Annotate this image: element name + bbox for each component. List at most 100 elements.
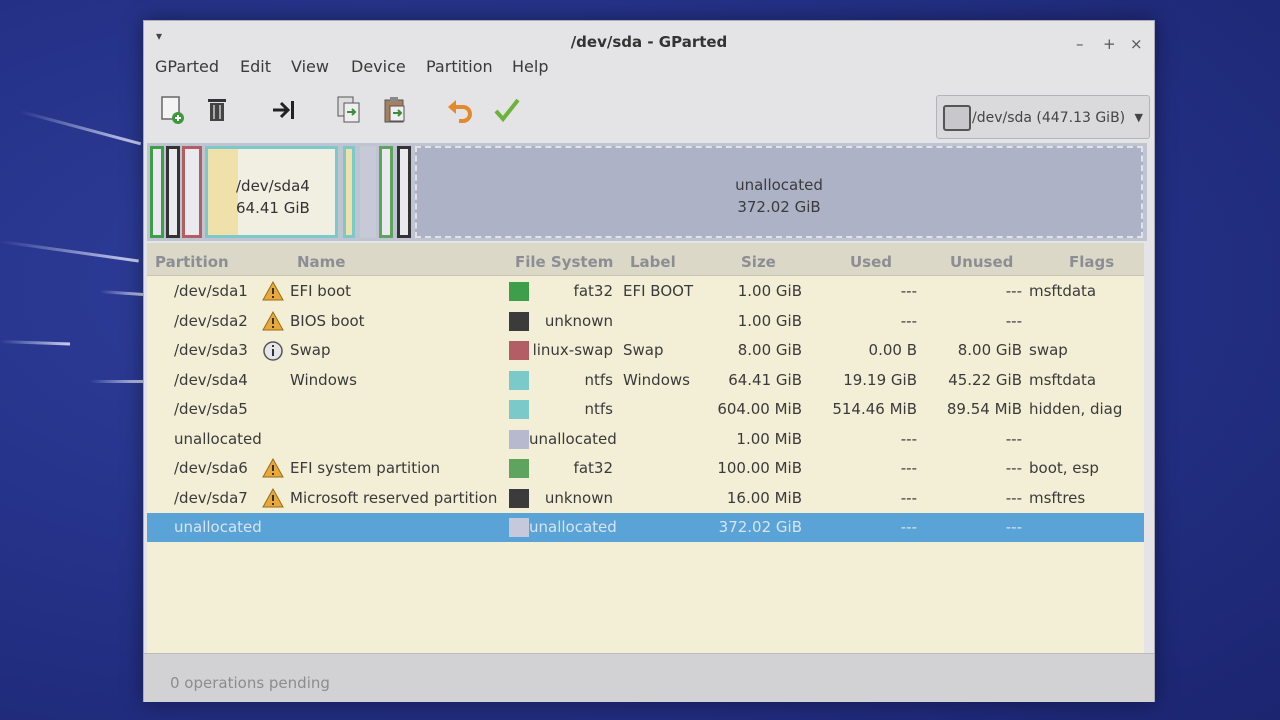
- unused-cell: ---: [1005, 282, 1022, 300]
- column-header-name[interactable]: Name: [297, 253, 345, 271]
- name-cell: EFI boot: [290, 282, 352, 300]
- used-cell: ---: [900, 282, 917, 300]
- filesystem-cell: ntfs: [584, 370, 613, 389]
- unused-cell: 45.22 GiB: [948, 370, 1022, 389]
- flags-cell: boot, esp: [1029, 459, 1099, 477]
- table-row[interactable]: /dev/sda3 Swap linux-swap Swap 8.00 GiB 0.00 …: [147, 336, 1144, 365]
- apply-icon[interactable]: [492, 95, 522, 125]
- disk-segment-sda4-name: /dev/sda4: [236, 177, 310, 195]
- name-cell: EFI system partition: [290, 459, 440, 477]
- used-cell: ---: [900, 459, 917, 477]
- table-row[interactable]: /dev/sda1 EFI boot fat32 EFI BOOT 1.00 GiB --…: [147, 277, 1144, 306]
- name-cell: BIOS boot: [290, 311, 365, 330]
- filesystem-color-swatch: [509, 282, 529, 301]
- size-cell: 372.02 GiB: [718, 518, 802, 536]
- name-cell: Microsoft reserved partition: [290, 488, 498, 507]
- background-streak: [99, 290, 145, 297]
- column-header-filesystem[interactable]: File System: [515, 253, 613, 271]
- flags-cell: msftdata: [1029, 282, 1097, 300]
- used-cell: 0.00 B: [868, 341, 917, 359]
- unused-cell: ---: [1005, 311, 1022, 330]
- table-row[interactable]: /dev/sda7 Microsoft reserved partition unk…: [147, 484, 1144, 513]
- resize-move-icon[interactable]: [269, 95, 299, 125]
- filesystem-color-swatch: [509, 341, 529, 360]
- status-text: 0 operations pending: [170, 674, 330, 692]
- hard-disk-icon: [943, 105, 971, 131]
- used-cell: ---: [900, 518, 917, 536]
- warning-icon: [262, 310, 284, 333]
- flags-cell: msftdata: [1029, 370, 1097, 389]
- disk-segment-unallocated-size: 372.02 GiB: [737, 198, 821, 216]
- column-header-partition[interactable]: Partition: [155, 253, 229, 271]
- menu-device[interactable]: Device: [351, 57, 406, 76]
- undo-icon[interactable]: [445, 95, 475, 125]
- filesystem-cell: unallocated: [529, 518, 617, 536]
- unused-cell: 8.00 GiB: [957, 341, 1022, 359]
- copy-icon[interactable]: [334, 95, 364, 125]
- partition-cell: /dev/sda5: [174, 400, 248, 418]
- menu-view[interactable]: View: [291, 57, 329, 76]
- close-button[interactable]: ×: [1130, 35, 1143, 53]
- size-cell: 64.41 GiB: [728, 370, 802, 389]
- table-row[interactable]: unallocated unallocated 1.00 MiB --- ---: [147, 425, 1144, 454]
- menu-help[interactable]: Help: [512, 57, 548, 76]
- menu-bar: GParted Edit View Device Partition Help: [144, 57, 1154, 83]
- paste-icon[interactable]: [380, 95, 410, 125]
- disk-segment-unallocated-small[interactable]: [360, 146, 376, 238]
- new-partition-icon[interactable]: [157, 95, 187, 125]
- minimize-button[interactable]: –: [1076, 35, 1084, 53]
- gparted-window: ▾ /dev/sda - GParted – + × GParted Edit …: [143, 20, 1155, 702]
- unused-cell: ---: [1005, 518, 1022, 536]
- column-header-flags[interactable]: Flags: [1069, 253, 1114, 271]
- partition-cell: /dev/sda2: [174, 311, 248, 330]
- disk-map: /dev/sda4 64.41 GiB unallocated 372.02 G…: [147, 143, 1147, 241]
- name-cell: Windows: [290, 370, 357, 389]
- menu-edit[interactable]: Edit: [240, 57, 271, 76]
- partition-cell: /dev/sda1: [174, 282, 248, 300]
- table-row[interactable]: /dev/sda5 ntfs 604.00 MiB 514.46 MiB 89.54 M…: [147, 395, 1144, 424]
- column-header-label[interactable]: Label: [630, 253, 676, 271]
- flags-cell: msftres: [1029, 488, 1086, 507]
- disk-segment-sda4-size: 64.41 GiB: [236, 199, 310, 217]
- table-row[interactable]: /dev/sda4 Windows ntfs Windows 64.41 GiB 19.1…: [147, 366, 1144, 395]
- disk-segment-sda4[interactable]: /dev/sda4 64.41 GiB: [205, 146, 338, 238]
- device-selector[interactable]: /dev/sda (447.13 GiB) ▼: [936, 95, 1150, 139]
- disk-segment-unallocated[interactable]: unallocated 372.02 GiB: [415, 146, 1143, 238]
- filesystem-color-swatch: [509, 459, 529, 478]
- used-cell: 19.19 GiB: [843, 370, 917, 389]
- filesystem-color-swatch: [509, 400, 529, 419]
- used-cell: ---: [900, 311, 917, 330]
- delete-icon[interactable]: [202, 95, 232, 125]
- status-bar: 0 operations pending: [144, 653, 1154, 702]
- flags-cell: hidden, diag: [1029, 400, 1123, 418]
- size-cell: 604.00 MiB: [717, 400, 802, 418]
- maximize-button[interactable]: +: [1103, 35, 1116, 53]
- disk-segment-unallocated-name: unallocated: [735, 176, 823, 194]
- size-cell: 1.00 GiB: [737, 282, 802, 300]
- filesystem-color-swatch: [509, 518, 529, 537]
- table-row[interactable]: /dev/sda2 BIOS boot unknown 1.00 GiB --- ---: [147, 307, 1144, 336]
- disk-segment-sda1[interactable]: [150, 146, 164, 238]
- disk-segment-sda7[interactable]: [397, 146, 411, 238]
- column-header-used[interactable]: Used: [850, 253, 892, 271]
- label-cell: EFI BOOT: [623, 282, 694, 300]
- warning-icon: [262, 457, 284, 480]
- window-title: /dev/sda - GParted: [570, 33, 728, 51]
- table-row[interactable]: unallocated unallocated 372.02 GiB --- ---: [147, 513, 1144, 542]
- menu-gparted[interactable]: GParted: [155, 57, 219, 76]
- column-header-unused[interactable]: Unused: [950, 253, 1013, 271]
- column-header-size[interactable]: Size: [741, 253, 776, 271]
- menu-partition[interactable]: Partition: [426, 57, 493, 76]
- partition-cell: /dev/sda7: [174, 488, 248, 507]
- table-row[interactable]: /dev/sda6 EFI system partition fat32 100.00…: [147, 454, 1144, 483]
- info-icon: [262, 340, 284, 362]
- filesystem-color-swatch: [509, 429, 529, 449]
- filesystem-cell: linux-swap: [532, 341, 613, 359]
- disk-segment-sda6[interactable]: [379, 146, 393, 238]
- size-cell: 100.00 MiB: [717, 459, 802, 477]
- unused-cell: ---: [1005, 459, 1022, 477]
- disk-segment-sda2[interactable]: [166, 146, 180, 238]
- title-bar: ▾ /dev/sda - GParted – + ×: [144, 21, 1154, 55]
- disk-segment-sda3[interactable]: [182, 146, 202, 238]
- disk-segment-sda5[interactable]: [343, 146, 355, 238]
